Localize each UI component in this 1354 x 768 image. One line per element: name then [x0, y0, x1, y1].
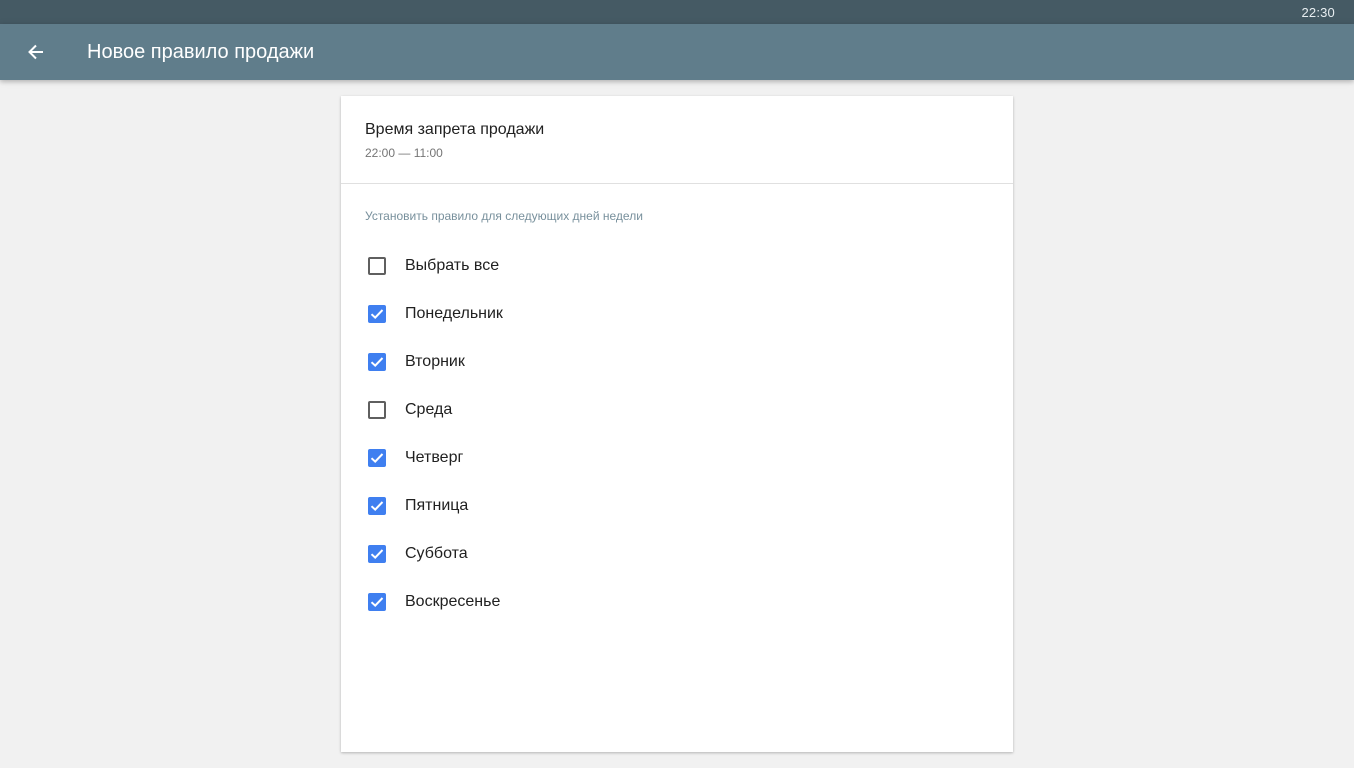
- day-label: Суббота: [405, 545, 468, 562]
- check-icon: [370, 309, 384, 319]
- day-item-select-all[interactable]: Выбрать все: [341, 242, 1013, 290]
- day-label: Вторник: [405, 353, 465, 370]
- checkbox[interactable]: [368, 353, 386, 371]
- day-label: Среда: [405, 401, 453, 418]
- check-icon: [370, 453, 384, 463]
- checkbox[interactable]: [368, 257, 386, 275]
- sale-ban-time-label: Время запрета продажи: [365, 121, 545, 138]
- day-item-wednesday[interactable]: Среда: [341, 386, 1013, 434]
- day-item-monday[interactable]: Понедельник: [341, 290, 1013, 338]
- check-icon: [370, 501, 384, 511]
- day-item-saturday[interactable]: Суббота: [341, 530, 1013, 578]
- day-label: Пятница: [405, 497, 469, 514]
- checkbox[interactable]: [368, 401, 386, 419]
- arrow-back-icon: [28, 44, 43, 60]
- sale-ban-time-value: 22:00 — 11:00: [365, 146, 443, 160]
- day-label: Выбрать все: [405, 257, 500, 274]
- days-section-caption: Установить правило для следующих дней не…: [365, 209, 643, 223]
- checkbox[interactable]: [368, 449, 386, 467]
- day-checkbox-list: Выбрать все Понедельник Вторник Среда Че…: [341, 242, 1013, 626]
- check-icon: [370, 549, 384, 559]
- check-icon: [370, 597, 384, 607]
- back-button[interactable]: [16, 32, 56, 72]
- status-clock: 22:30: [1301, 5, 1335, 20]
- rule-card: Время запрета продажи 22:00 — 11:00 Уста…: [341, 96, 1013, 752]
- check-icon: [370, 357, 384, 367]
- status-bar: 22:30: [0, 0, 1354, 24]
- app-bar: Новое правило продажи: [0, 24, 1354, 80]
- day-item-friday[interactable]: Пятница: [341, 482, 1013, 530]
- sale-ban-time-row[interactable]: Время запрета продажи 22:00 — 11:00: [341, 96, 1013, 184]
- day-label: Понедельник: [405, 305, 503, 322]
- day-item-tuesday[interactable]: Вторник: [341, 338, 1013, 386]
- day-item-sunday[interactable]: Воскресенье: [341, 578, 1013, 626]
- checkbox[interactable]: [368, 545, 386, 563]
- page-title: Новое правило продажи: [87, 41, 315, 63]
- checkbox[interactable]: [368, 593, 386, 611]
- checkbox[interactable]: [368, 305, 386, 323]
- day-item-thursday[interactable]: Четверг: [341, 434, 1013, 482]
- day-label: Четверг: [405, 449, 464, 466]
- day-label: Воскресенье: [405, 593, 501, 610]
- checkbox[interactable]: [368, 497, 386, 515]
